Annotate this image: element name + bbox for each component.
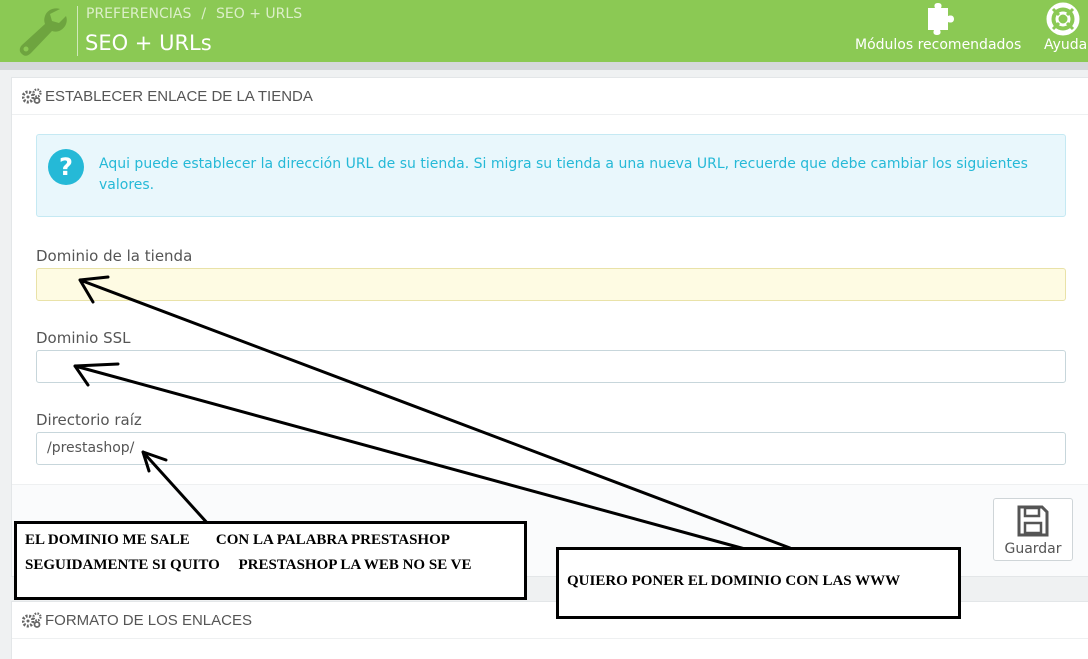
shop-url-panel: ESTABLECER ENLACE DE LA TIENDA ? Aqui pu… (11, 77, 1088, 577)
breadcrumb: PREFERENCIAS / SEO + URLS (86, 6, 302, 22)
shop-domain-label: Dominio de la tienda (36, 247, 193, 265)
help-label: Ayuda (1044, 37, 1088, 53)
cogs-icon (22, 612, 42, 628)
page-header: PREFERENCIAS / SEO + URLS SEO + URLs Módul… (0, 0, 1088, 62)
svg-text:?: ? (59, 153, 73, 181)
recommended-modules-label: Módulos recomendados (855, 37, 1022, 53)
alert-text: Aqui puede establecer la dirección URL d… (99, 156, 1028, 193)
save-button[interactable]: Guardar (993, 498, 1073, 561)
info-alert: ? Aqui puede establecer la dirección URL… (36, 134, 1066, 217)
page-title: SEO + URLs (85, 31, 212, 55)
ssl-domain-input[interactable] (36, 350, 1066, 383)
recommended-modules-button[interactable]: Módulos recomendados (852, 0, 1030, 62)
save-label: Guardar (1004, 541, 1062, 557)
panel-heading: ESTABLECER ENLACE DE LA TIENDA (12, 78, 1088, 115)
panel-title: FORMATO DE LOS ENLACES (45, 612, 252, 629)
lifebuoy-icon (1046, 2, 1080, 36)
breadcrumb-separator: / (201, 6, 207, 22)
help-button[interactable]: Ayuda (1040, 0, 1088, 62)
shop-domain-input[interactable] (36, 268, 1066, 301)
wrench-icon (19, 8, 67, 56)
question-circle-icon: ? (48, 149, 84, 185)
annotation-left-note: EL DOMINIO ME SALE CON LA PALABRA PRESTA… (14, 521, 527, 600)
panel-title: ESTABLECER ENLACE DE LA TIENDA (45, 88, 313, 105)
header-shadow (0, 62, 1088, 70)
header-divider (77, 6, 78, 56)
base-uri-label: Directorio raíz (36, 411, 142, 429)
ssl-domain-label: Dominio SSL (36, 329, 131, 347)
annotation-right-text: QUIERO PONER EL DOMINIO CON LAS WWW (567, 573, 901, 589)
annotation-left-line-1: EL DOMINIO ME SALE CON LA PALABRA PRESTA… (25, 532, 450, 548)
cogs-icon (22, 88, 42, 104)
breadcrumb-item-preferencias[interactable]: PREFERENCIAS (86, 6, 191, 22)
annotation-left-line-2: SEGUIDAMENTE SI QUITO PRESTASHOP LA WEB … (25, 557, 472, 573)
base-uri-input[interactable]: /prestashop/ (36, 432, 1066, 465)
annotation-right-note: QUIERO PONER EL DOMINIO CON LAS WWW (556, 547, 961, 619)
save-icon (1017, 505, 1049, 537)
puzzle-icon (928, 3, 954, 35)
breadcrumb-item-seo-urls[interactable]: SEO + URLS (216, 6, 302, 22)
